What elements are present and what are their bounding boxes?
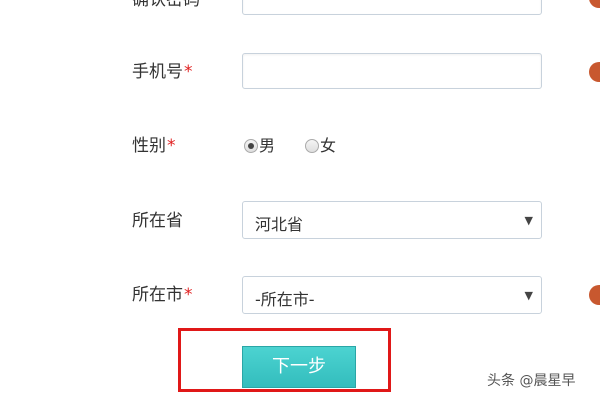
city-status-icon <box>589 285 600 305</box>
province-selected-value: 河北省 <box>255 215 304 234</box>
registration-form: 确认密码 手机号* 性别* 男 女 所在省 河北省 ▼ 所在市* -所在市- ▼… <box>0 0 600 400</box>
gender-required-mark: * <box>167 136 176 156</box>
confirm-password-label: 确认密码 <box>132 0 200 10</box>
watermark: 头条 @晨星早 <box>487 373 576 389</box>
confirm-password-input[interactable] <box>242 0 542 15</box>
city-selected-value: -所在市- <box>255 290 315 309</box>
city-label-text: 所在市 <box>132 285 183 305</box>
phone-label: 手机号* <box>132 62 193 82</box>
gender-female-label[interactable]: 女 <box>320 136 336 156</box>
province-label-text: 所在省 <box>132 211 183 231</box>
gender-label: 性别* <box>132 136 176 156</box>
province-dropdown-arrow-icon: ▼ <box>524 214 533 227</box>
phone-label-text: 手机号 <box>132 62 183 82</box>
city-label: 所在市* <box>132 285 193 305</box>
phone-status-icon <box>589 62 600 82</box>
confirm-password-status-icon <box>589 0 600 8</box>
city-required-mark: * <box>184 285 193 305</box>
next-step-button[interactable]: 下一步 <box>242 346 356 388</box>
confirm-password-label-text: 确认密码 <box>132 0 200 10</box>
gender-male-label[interactable]: 男 <box>259 136 275 156</box>
city-select[interactable]: -所在市- ▼ <box>242 276 542 314</box>
phone-input[interactable] <box>242 53 542 89</box>
province-label: 所在省 <box>132 211 183 231</box>
gender-label-text: 性别 <box>132 136 166 156</box>
province-select[interactable]: 河北省 ▼ <box>242 201 542 239</box>
city-dropdown-arrow-icon: ▼ <box>524 289 533 302</box>
gender-male-radio[interactable] <box>244 139 258 153</box>
gender-female-radio[interactable] <box>305 139 319 153</box>
phone-required-mark: * <box>184 62 193 82</box>
